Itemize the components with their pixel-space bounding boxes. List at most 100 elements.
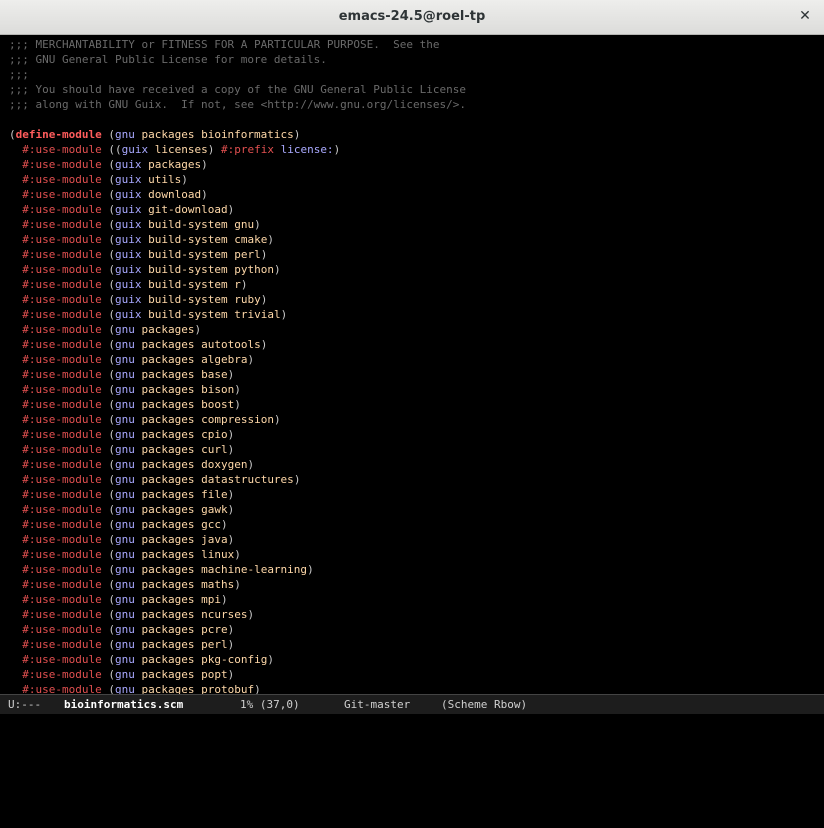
use-module-line: #:use-module (guix utils) — [9, 172, 466, 187]
module-path: packages bioinformatics — [141, 128, 293, 141]
module-path: packages maths — [141, 578, 234, 591]
use-module-keyword: #:use-module — [22, 293, 101, 306]
emacs-window: emacs-24.5@roel-tp ✕ ;;; MERCHANTABILITY… — [0, 0, 824, 727]
module-path: packages cpio — [141, 428, 227, 441]
use-module-keyword: #:use-module — [22, 278, 101, 291]
module-path: build-system ruby — [148, 293, 261, 306]
module-ns: gnu — [115, 653, 135, 666]
use-module-line: #:use-module (gnu packages popt) — [9, 667, 466, 682]
use-module-line: #:use-module (gnu packages perl) — [9, 637, 466, 652]
module-ns: guix — [115, 248, 142, 261]
use-module-keyword: #:use-module — [22, 548, 101, 561]
modeline-vc-branch[interactable]: Git-master — [344, 695, 410, 714]
module-path: download — [148, 188, 201, 201]
module-ns: gnu — [115, 128, 135, 141]
module-path: packages file — [141, 488, 227, 501]
use-module-keyword: #:use-module — [22, 668, 101, 681]
use-module-keyword: #:use-module — [22, 368, 101, 381]
module-ns: guix — [115, 308, 142, 321]
module-path: utils — [148, 173, 181, 186]
close-icon[interactable]: ✕ — [796, 7, 814, 25]
use-module-line: #:use-module (gnu packages curl) — [9, 442, 466, 457]
module-ns: guix — [115, 293, 142, 306]
use-module-keyword: #:use-module — [22, 683, 101, 694]
use-module-line: #:use-module (gnu packages doxygen) — [9, 457, 466, 472]
code-text[interactable]: ;;; MERCHANTABILITY or FITNESS FOR A PAR… — [9, 37, 466, 694]
comment-text: ;;; You should have received a copy of t… — [9, 83, 466, 96]
use-module-keyword: #:use-module — [22, 488, 101, 501]
modeline-status: U:--- — [8, 695, 41, 714]
use-module-keyword: #:use-module — [22, 263, 101, 276]
module-ns: gnu — [115, 353, 135, 366]
use-module-keyword: #:use-module — [22, 638, 101, 651]
module-path: build-system r — [148, 278, 241, 291]
use-module-keyword: #:use-module — [22, 398, 101, 411]
use-module-line: #:use-module (gnu packages autotools) — [9, 337, 466, 352]
module-path: packages gcc — [141, 518, 220, 531]
use-module-line: #:use-module (guix build-system ruby) — [9, 292, 466, 307]
module-path: packages algebra — [141, 353, 247, 366]
use-module-keyword: #:use-module — [22, 188, 101, 201]
module-path: packages autotools — [141, 338, 260, 351]
use-module-keyword: #:use-module — [22, 443, 101, 456]
use-module-keyword: #:use-module — [22, 203, 101, 216]
module-ns: guix — [115, 158, 142, 171]
module-ns: gnu — [115, 323, 135, 336]
module-path: packages compression — [141, 413, 273, 426]
define-keyword: define-module — [16, 128, 102, 141]
module-ns: guix — [122, 143, 149, 156]
module-path: packages mpi — [141, 593, 220, 606]
title-bar[interactable]: emacs-24.5@roel-tp ✕ — [0, 0, 824, 35]
comment-line: ;;; — [9, 67, 466, 82]
mode-line: U:--- bioinformatics.scm 1% (37,0) Git-m… — [0, 694, 824, 714]
module-ns: gnu — [115, 608, 135, 621]
use-module-line: #:use-module (gnu packages compression) — [9, 412, 466, 427]
use-module-keyword: #:use-module — [22, 563, 101, 576]
module-path: packages pkg-config — [141, 653, 267, 666]
prefix-symbol: license: — [281, 143, 334, 156]
use-module-keyword: #:use-module — [22, 143, 101, 156]
use-module-line: #:use-module (gnu packages protobuf) — [9, 682, 466, 694]
module-ns: gnu — [115, 413, 135, 426]
use-module-line: #:use-module (gnu packages mpi) — [9, 592, 466, 607]
use-module-line: #:use-module (guix download) — [9, 187, 466, 202]
module-ns: gnu — [115, 473, 135, 486]
use-module-keyword: #:use-module — [22, 593, 101, 606]
module-path: packages java — [141, 533, 227, 546]
modeline-major-mode[interactable]: (Scheme Rbow) — [441, 695, 527, 714]
use-module-line: #:use-module (gnu packages gawk) — [9, 502, 466, 517]
use-module-keyword: #:use-module — [22, 233, 101, 246]
module-path: packages bison — [141, 383, 234, 396]
module-ns: gnu — [115, 383, 135, 396]
module-path: packages datastructures — [141, 473, 293, 486]
module-ns: gnu — [115, 488, 135, 501]
use-module-line: #:use-module (gnu packages linux) — [9, 547, 466, 562]
define-module-line: (define-module (gnu packages bioinformat… — [9, 127, 466, 142]
editor-buffer[interactable]: ;;; MERCHANTABILITY or FITNESS FOR A PAR… — [0, 36, 824, 694]
use-module-keyword: #:use-module — [22, 473, 101, 486]
use-module-line: #:use-module (gnu packages gcc) — [9, 517, 466, 532]
module-path: packages — [148, 158, 201, 171]
module-path: build-system trivial — [148, 308, 280, 321]
use-module-keyword: #:use-module — [22, 503, 101, 516]
use-module-line: #:use-module (gnu packages machine-learn… — [9, 562, 466, 577]
module-ns: guix — [115, 278, 142, 291]
use-module-keyword: #:use-module — [22, 458, 101, 471]
module-ns: gnu — [115, 593, 135, 606]
window-title: emacs-24.5@roel-tp — [0, 9, 824, 24]
minibuffer[interactable] — [0, 714, 824, 727]
blank-line — [9, 112, 466, 127]
use-module-line: #:use-module (guix git-download) — [9, 202, 466, 217]
use-module-line: #:use-module (gnu packages maths) — [9, 577, 466, 592]
module-path: packages protobuf — [141, 683, 254, 694]
module-ns: gnu — [115, 533, 135, 546]
use-module-line: #:use-module (gnu packages java) — [9, 532, 466, 547]
module-path: build-system python — [148, 263, 274, 276]
use-module-keyword: #:use-module — [22, 518, 101, 531]
modeline-buffer-name[interactable]: bioinformatics.scm — [64, 695, 183, 714]
module-ns: gnu — [115, 578, 135, 591]
use-module-line: #:use-module (guix build-system cmake) — [9, 232, 466, 247]
comment-text: ;;; GNU General Public License for more … — [9, 53, 327, 66]
comment-line: ;;; GNU General Public License for more … — [9, 52, 466, 67]
module-ns: gnu — [115, 458, 135, 471]
